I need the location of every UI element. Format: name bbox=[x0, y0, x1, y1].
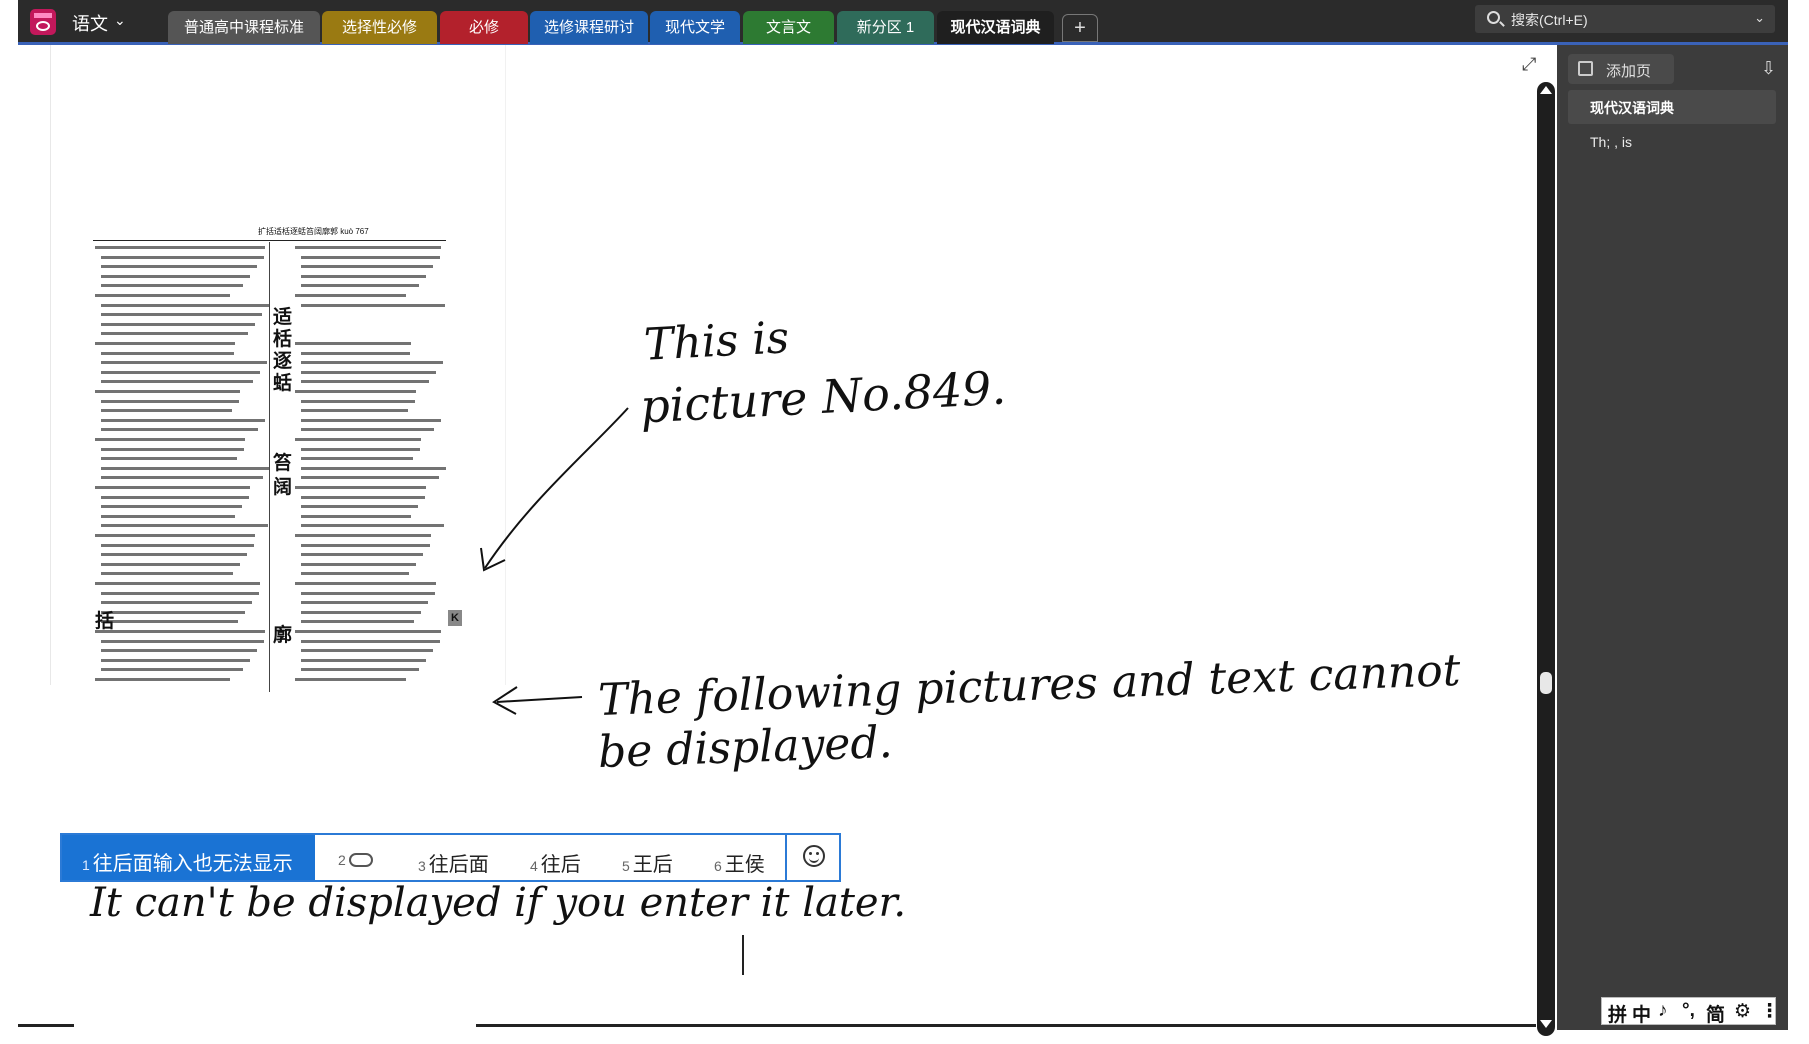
ime-candidate[interactable]: 2 bbox=[338, 848, 373, 871]
page-item-label: Th; , is bbox=[1590, 134, 1633, 150]
vertical-scrollbar[interactable] bbox=[1537, 82, 1555, 1036]
ime-candidate[interactable]: 6 王侯 bbox=[714, 848, 765, 877]
page-item[interactable]: 现代汉语词典 bbox=[1568, 90, 1776, 124]
settings-icon[interactable]: ⚙ bbox=[1734, 1000, 1751, 1023]
page-item[interactable]: Th; , is bbox=[1568, 126, 1776, 160]
ime-emoji-button[interactable] bbox=[785, 835, 841, 880]
pinyin-icon[interactable]: 拼 bbox=[1608, 1000, 1627, 1027]
divider bbox=[18, 1024, 74, 1027]
handwritten-note[interactable]: It can't be displayed if you enter it la… bbox=[90, 880, 906, 926]
scroll-up-icon[interactable] bbox=[1540, 86, 1552, 94]
cloud-icon bbox=[348, 852, 373, 867]
text-cursor bbox=[742, 935, 744, 975]
ime-status-toolbar: 拼 中 ♪ °, 简 ⚙ ⋮ bbox=[1601, 997, 1779, 1027]
moon-icon[interactable]: ♪ bbox=[1658, 1000, 1668, 1022]
page-list-pane bbox=[1557, 45, 1788, 1030]
ime-candidate-bar: 1 往后面输入也无法显示 2 3 往后面 4 往后 5 王后 6 王侯 bbox=[60, 833, 841, 882]
ime-candidate[interactable]: 4 往后 bbox=[530, 848, 581, 877]
emoji-icon bbox=[803, 845, 825, 867]
onenote-window: 语文 ⌄ 普通高中课程标准 选择性必修 必修 选修课程研讨 现代文学 文言文 新分区 1 现代… bbox=[0, 0, 1809, 1044]
chinese-mode-icon[interactable]: 中 bbox=[1632, 1000, 1651, 1027]
add-page-label[interactable]: 添加页 bbox=[1606, 60, 1651, 81]
add-page-icon bbox=[1578, 61, 1593, 76]
punctuation-icon[interactable]: °, bbox=[1682, 1000, 1695, 1022]
divider bbox=[476, 1024, 1536, 1027]
scroll-down-icon[interactable] bbox=[1540, 1020, 1552, 1028]
ime-candidate[interactable]: 1 往后面输入也无法显示 bbox=[62, 835, 315, 880]
simplified-icon[interactable]: 简 bbox=[1706, 1000, 1725, 1027]
handwritten-note[interactable]: be displayed. bbox=[597, 717, 893, 778]
page-item-label: 现代汉语词典 bbox=[1590, 100, 1674, 116]
scrollbar-thumb[interactable] bbox=[1540, 672, 1552, 694]
sort-icon[interactable]: ⇩ bbox=[1761, 58, 1776, 79]
more-icon[interactable]: ⋮ bbox=[1760, 1000, 1779, 1023]
ime-candidate[interactable]: 3 往后面 bbox=[418, 848, 489, 877]
ime-candidate[interactable]: 5 王后 bbox=[622, 848, 673, 877]
